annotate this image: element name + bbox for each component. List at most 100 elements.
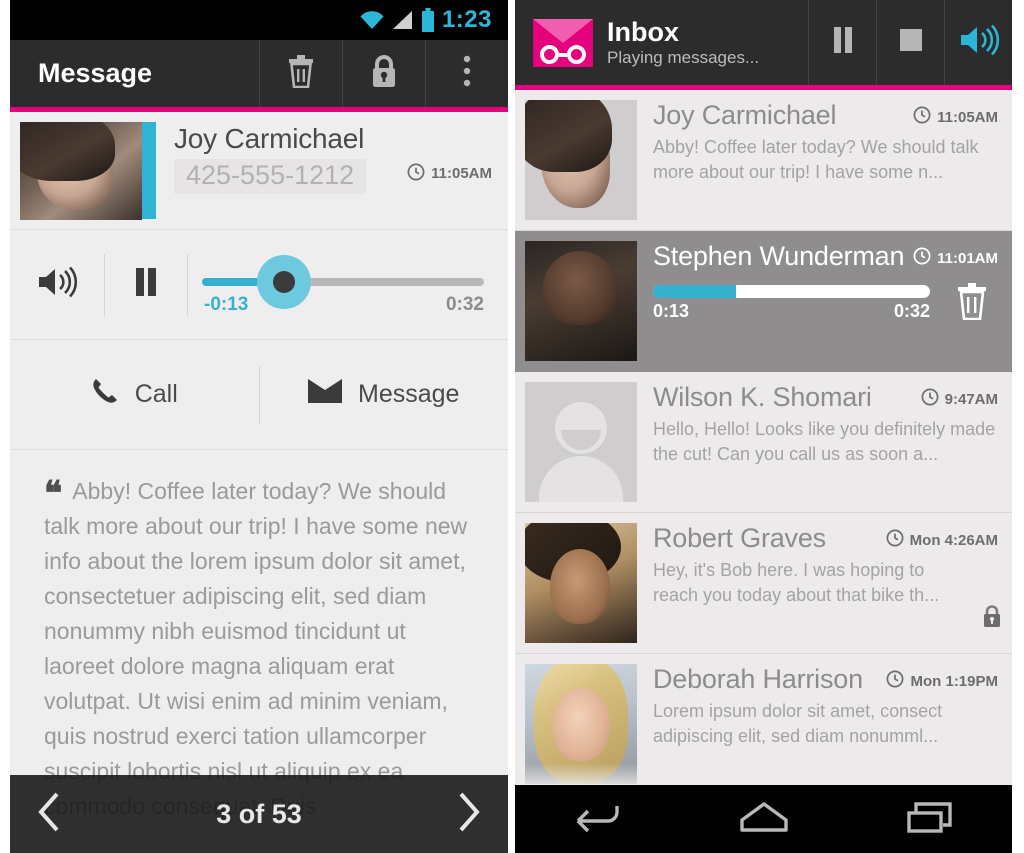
timestamp-label: 11:01AM xyxy=(937,249,998,267)
envelope-icon xyxy=(308,379,343,410)
message-timestamp: Mon 4:26AM xyxy=(886,523,998,551)
elapsed-time: -0:13 xyxy=(204,293,249,315)
timestamp-label: Mon 4:26AM xyxy=(909,531,998,549)
clock-icon xyxy=(886,529,904,551)
delete-button[interactable] xyxy=(259,40,342,107)
elapsed-time: 0:13 xyxy=(653,301,690,321)
stop-icon xyxy=(899,29,922,56)
home-button[interactable] xyxy=(737,800,791,839)
slider-fill xyxy=(653,285,737,298)
message-timestamp: 9:47AM xyxy=(921,382,998,410)
contact-info: Joy Carmichael 425-555-1212 xyxy=(156,122,407,219)
recents-button[interactable] xyxy=(905,799,955,840)
avatar xyxy=(525,523,637,643)
timestamp-label: Mon 1:19PM xyxy=(910,672,998,690)
contact-phone[interactable]: 425-555-1212 xyxy=(174,159,367,194)
pause-button[interactable] xyxy=(808,0,876,85)
message-timestamp: Mon 1:19PM xyxy=(886,664,998,692)
speaker-button[interactable] xyxy=(944,0,1012,85)
call-action[interactable]: Call xyxy=(10,377,259,412)
message-preview: Hello, Hello! Looks like you definitely … xyxy=(653,419,996,464)
message-action[interactable]: Message xyxy=(260,379,509,410)
placeholder-person-icon xyxy=(525,382,637,502)
message-timestamp: 11:05AM xyxy=(407,122,508,219)
accent-bar xyxy=(142,122,156,219)
slider-track xyxy=(202,277,484,286)
contact-card[interactable]: Joy Carmichael 425-555-1212 11:05AM xyxy=(10,112,508,230)
timestamp-label: 11:05AM xyxy=(431,165,492,182)
inline-slider[interactable]: 0:13 0:32 xyxy=(653,285,946,322)
message-timestamp: 11:05AM xyxy=(913,100,998,128)
message-preview: Abby! Coffee later today? We should talk… xyxy=(653,137,979,182)
clock-icon xyxy=(913,106,931,128)
playback-slider[interactable]: -0:13 0:32 xyxy=(188,254,508,316)
locked-indicator xyxy=(982,604,1002,633)
message-preview: Lorem ipsum dolor sit amet, consect adip… xyxy=(653,701,943,746)
battery-icon xyxy=(421,8,435,32)
avatar xyxy=(525,664,637,784)
back-button[interactable] xyxy=(572,799,624,840)
call-label: Call xyxy=(134,380,178,408)
status-bar: 1:23 xyxy=(10,0,508,40)
inline-player: 0:13 0:32 xyxy=(653,282,998,325)
list-item[interactable]: Joy Carmichael 11:05AM Abby! Coffee late… xyxy=(515,90,1012,231)
pause-icon xyxy=(832,27,854,58)
inbox-screen: Inbox Playing messages... Joy Carmichael… xyxy=(515,0,1012,853)
sender-name: Stephen Wunderman xyxy=(653,241,905,271)
action-bar: Message xyxy=(10,40,508,107)
avatar xyxy=(20,122,142,220)
page-title: Message xyxy=(38,58,153,88)
transcript-text: Abby! Coffee later today? We should talk… xyxy=(44,478,468,819)
timestamp-label: 11:05AM xyxy=(937,108,998,126)
clock-icon xyxy=(913,247,931,269)
list-item[interactable]: Deborah Harrison Mon 1:19PM Lorem ipsum … xyxy=(515,654,1012,795)
inbox-subtitle: Playing messages... xyxy=(607,47,760,67)
sender-name: Deborah Harrison xyxy=(653,664,863,694)
sender-name: Joy Carmichael xyxy=(653,100,837,130)
inbox-titles: Inbox Playing messages... xyxy=(593,17,808,69)
clock-icon xyxy=(886,670,904,692)
stop-button[interactable] xyxy=(876,0,944,85)
message-list: Joy Carmichael 11:05AM Abby! Coffee late… xyxy=(515,90,1012,795)
speaker-icon xyxy=(958,23,1000,62)
prev-message-button[interactable] xyxy=(36,791,62,838)
audio-player: -0:13 0:32 xyxy=(10,230,508,340)
avatar xyxy=(525,382,637,502)
timestamp-label: 9:47AM xyxy=(944,390,998,408)
pager-label: 3 of 53 xyxy=(216,798,302,829)
lock-button[interactable] xyxy=(342,40,425,107)
more-vertical-icon xyxy=(463,55,471,92)
android-nav-bar xyxy=(515,785,1012,853)
signal-icon xyxy=(392,10,414,30)
inbox-title: Inbox xyxy=(607,16,679,47)
sender-name: Wilson K. Shomari xyxy=(653,382,872,412)
quick-actions: Call Message xyxy=(10,340,508,450)
clock-icon xyxy=(921,388,939,410)
next-message-button[interactable] xyxy=(456,791,482,838)
list-item[interactable]: Robert Graves Mon 4:26AM Hey, it's Bob h… xyxy=(515,513,1012,654)
trash-icon xyxy=(955,282,989,325)
delete-button[interactable] xyxy=(946,282,998,325)
contact-name: Joy Carmichael xyxy=(174,123,365,154)
total-time: 0:32 xyxy=(445,293,484,315)
pause-button[interactable] xyxy=(105,254,187,316)
message-timestamp: 11:01AM xyxy=(913,241,998,269)
wifi-icon xyxy=(359,10,385,30)
message-preview: Hey, it's Bob here. I was hoping to reac… xyxy=(653,560,940,605)
lock-icon xyxy=(982,605,1002,632)
total-time: 0:32 xyxy=(893,301,930,321)
sender-name: Robert Graves xyxy=(653,523,826,553)
volume-button[interactable] xyxy=(10,254,104,316)
slider-thumb[interactable] xyxy=(257,254,311,309)
speaker-icon xyxy=(36,265,78,304)
slider-track xyxy=(653,285,930,298)
overflow-button[interactable] xyxy=(425,40,508,107)
quote-mark-icon: ❝ xyxy=(44,475,62,513)
slider-thumb-dot xyxy=(273,270,295,293)
list-item[interactable]: Stephen Wunderman 11:01AM 0:13 0:32 xyxy=(515,231,1012,372)
list-item[interactable]: Wilson K. Shomari 9:47AM Hello, Hello! L… xyxy=(515,372,1012,513)
avatar xyxy=(525,241,637,361)
clock-icon xyxy=(407,163,425,185)
screenshot-root: 1:23 Message Joy Carmichael 425-555-1212… xyxy=(0,0,1024,853)
pause-icon xyxy=(134,268,158,301)
